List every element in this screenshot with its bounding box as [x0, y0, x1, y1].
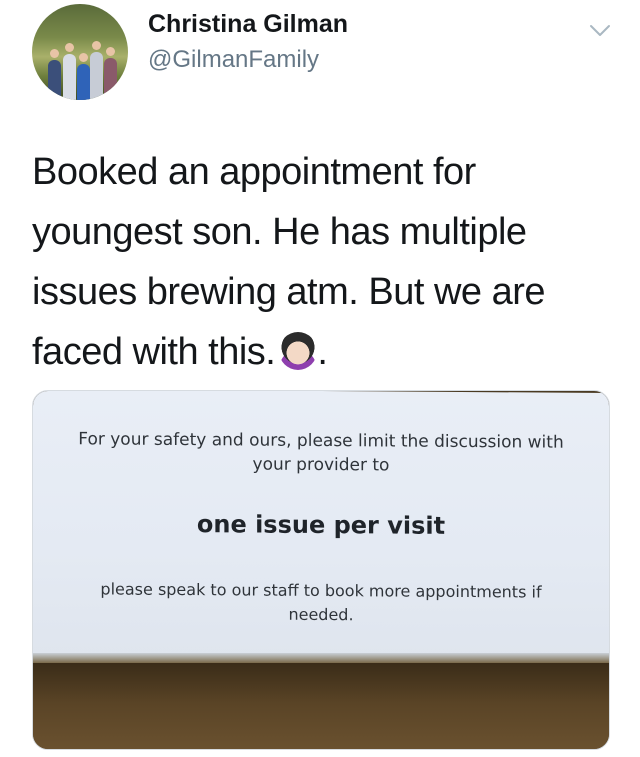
- sign-intro-text: For your safety and ours, please limit t…: [33, 427, 609, 479]
- woman-facepalming-emoji-icon: [279, 332, 318, 370]
- printed-sign: For your safety and ours, please limit t…: [33, 391, 609, 662]
- sign-edge: [33, 653, 609, 663]
- avatar-figure-head: [65, 43, 74, 52]
- tweet-text-line: issues brewing atm. But we are: [32, 271, 546, 313]
- sign-text-line: needed.: [288, 604, 354, 625]
- sign-text-line: For your safety and ours, please limit t…: [78, 429, 564, 453]
- sign-footer-text: please speak to our staff to book more a…: [33, 577, 609, 629]
- tweet-text-line: Booked an appointment for: [32, 151, 476, 193]
- avatar[interactable]: [32, 4, 128, 100]
- avatar-figure: [48, 60, 61, 100]
- avatar-figure: [63, 54, 76, 100]
- chevron-down-icon[interactable]: [588, 18, 612, 42]
- display-name[interactable]: Christina Gilman: [148, 10, 348, 39]
- sign-text-line: your provider to: [252, 454, 390, 476]
- tweet-text-line-last: faced with this..: [32, 322, 612, 382]
- tweet-photo[interactable]: For your safety and ours, please limit t…: [32, 390, 610, 750]
- avatar-figure: [77, 64, 90, 100]
- avatar-figure-head: [92, 41, 101, 50]
- avatar-figure-head: [106, 47, 115, 56]
- tweet-text: Booked an appointment for youngest son. …: [32, 142, 612, 382]
- user-handle[interactable]: @GilmanFamily: [148, 46, 319, 74]
- sign-headline: one issue per visit: [196, 510, 446, 540]
- sign-text-line: please speak to our staff to book more a…: [100, 579, 542, 602]
- avatar-figure: [104, 58, 117, 100]
- trailing-period: .: [317, 331, 328, 373]
- avatar-figure: [90, 52, 103, 100]
- avatar-figure-head: [79, 53, 88, 62]
- desk-surface: [33, 663, 609, 749]
- avatar-figure-head: [50, 49, 59, 58]
- tweet-text-line: faced with this.: [32, 331, 276, 373]
- tweet-text-line: youngest son. He has multiple: [32, 211, 527, 253]
